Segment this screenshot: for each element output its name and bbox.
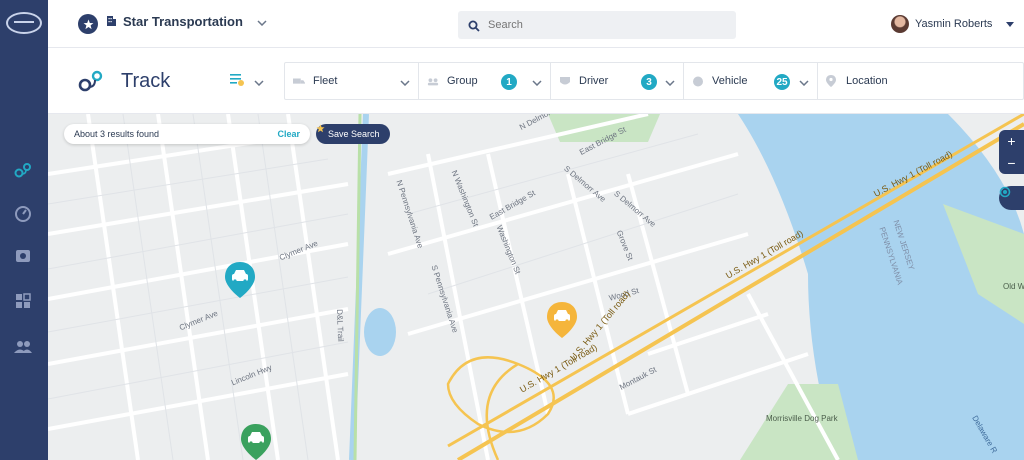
filter-group-count: 1: [501, 74, 517, 90]
locate-me-button[interactable]: [999, 186, 1024, 210]
map-view[interactable]: N Delmorr Ave East Bridge St East Bridge…: [48, 114, 1024, 460]
company-logo[interactable]: [6, 12, 42, 34]
nav-users-icon[interactable]: [12, 336, 34, 358]
filter-driver-count: 3: [641, 74, 657, 90]
car-marker-teal[interactable]: [223, 260, 257, 300]
building-icon: [106, 14, 117, 29]
list-view-button[interactable]: [230, 74, 266, 90]
sidebar: [0, 0, 48, 460]
car-marker-green[interactable]: [239, 422, 273, 460]
filter-fleet[interactable]: Fleet: [285, 63, 419, 99]
map-canvas: [48, 114, 1024, 460]
search-icon: [468, 19, 480, 37]
track-icon: [78, 70, 104, 94]
chevron-down-icon: [257, 14, 267, 29]
filter-location-label: Location: [846, 75, 888, 87]
interchange-ramp: [485, 362, 519, 460]
group-icon: [427, 76, 439, 86]
filter-driver-label: Driver: [579, 75, 609, 87]
favorite-star-icon[interactable]: [78, 14, 98, 34]
map-label: D&L Trail: [335, 309, 346, 342]
top-bar: Star Transportation Yasmin Roberts: [48, 0, 1024, 48]
save-search-label: Save Search: [328, 129, 380, 139]
filter-driver[interactable]: Driver 3: [551, 63, 684, 99]
company-selector[interactable]: Star Transportation: [106, 14, 267, 29]
pond: [364, 308, 396, 356]
clear-button[interactable]: Clear: [277, 129, 300, 139]
list-icon: [230, 73, 244, 91]
location-pin-icon: [826, 75, 838, 87]
filter-bar: Fleet Group 1 Driver 3 Vehicle 25 Locati…: [284, 62, 1024, 100]
car-marker-orange[interactable]: [545, 300, 579, 340]
filter-vehicle[interactable]: Vehicle 25: [684, 63, 818, 99]
page-title: Track: [121, 70, 171, 92]
nav-gauge-icon[interactable]: [12, 203, 34, 225]
chevron-down-icon: [799, 77, 809, 89]
zoom-controls: + −: [999, 130, 1024, 174]
filter-vehicle-label: Vehicle: [712, 75, 748, 87]
zoom-in-button[interactable]: +: [1007, 133, 1015, 149]
map-label: Morrisville Dog Park: [766, 414, 838, 423]
zoom-out-button[interactable]: −: [1007, 155, 1015, 171]
driver-icon: [559, 76, 571, 86]
chevron-down-icon: [400, 77, 410, 89]
nav-dashboard-icon[interactable]: [12, 290, 34, 312]
vehicle-icon: [692, 76, 704, 86]
search-results-bar: About 3 results found Clear: [64, 124, 310, 144]
results-count-text: About 3 results found: [74, 129, 160, 139]
filter-group-label: Group: [447, 75, 478, 87]
user-name: Yasmin Roberts: [915, 18, 993, 30]
caret-down-icon: [1006, 18, 1015, 30]
truck-icon: [293, 76, 305, 86]
map-label: Old W: [1003, 282, 1024, 291]
save-search-button[interactable]: Save Search: [316, 124, 390, 144]
search-input[interactable]: [488, 16, 724, 34]
filter-vehicle-count: 25: [774, 74, 790, 90]
filter-group[interactable]: Group 1: [419, 63, 551, 99]
nav-media-icon[interactable]: [12, 245, 34, 267]
user-menu[interactable]: Yasmin Roberts: [891, 15, 1015, 33]
toolbar: Track Fleet Group 1 Driver 3 Vehicle 25 …: [48, 48, 1024, 114]
chevron-down-icon: [254, 73, 264, 91]
chevron-down-icon: [532, 77, 542, 89]
filter-location[interactable]: Location: [818, 63, 1023, 99]
nav-track-icon[interactable]: [12, 160, 34, 182]
filter-fleet-label: Fleet: [313, 75, 338, 87]
company-name: Star Transportation: [123, 14, 243, 29]
search-box: [458, 11, 736, 39]
chevron-down-icon: [665, 77, 675, 89]
avatar: [891, 15, 909, 33]
